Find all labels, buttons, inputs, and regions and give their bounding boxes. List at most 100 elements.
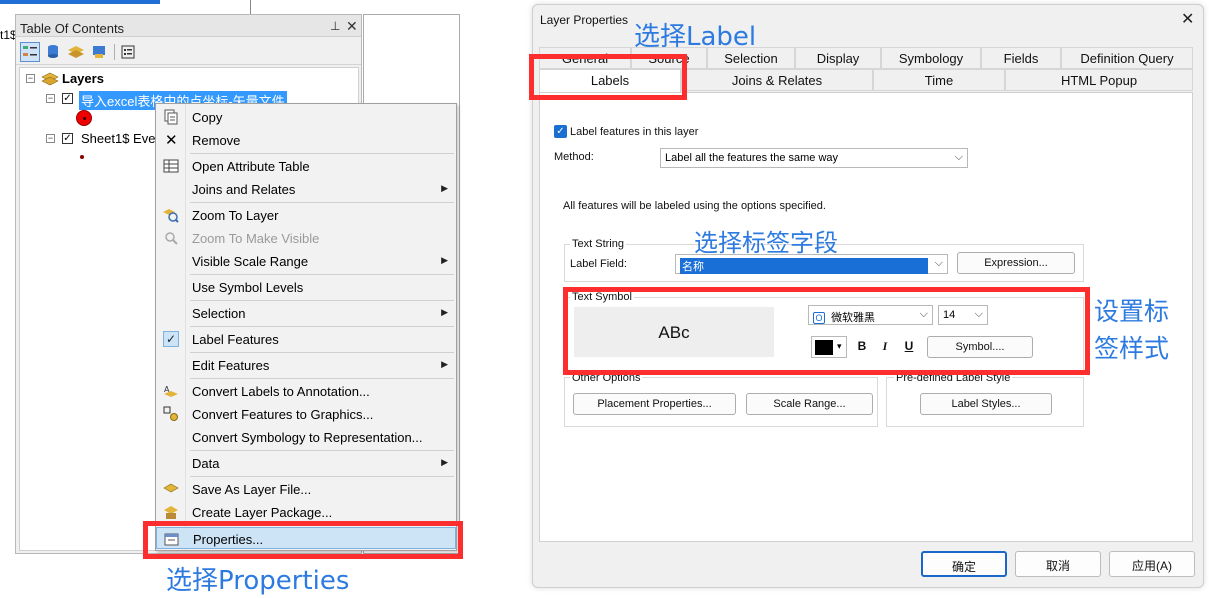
- menu-item-label: Visible Scale Range: [192, 254, 309, 269]
- list-by-visibility-icon[interactable]: [66, 42, 86, 62]
- menu-item-convert-symbology[interactable]: Convert Symbology to Representation...: [156, 426, 456, 448]
- list-by-selection-icon[interactable]: [89, 42, 109, 62]
- menu-item-zoom-to-make-visible[interactable]: Zoom To Make Visible: [156, 227, 456, 249]
- close-icon[interactable]: ✕: [346, 18, 358, 35]
- list-by-drawing-order-icon[interactable]: [20, 42, 40, 62]
- method-value: Label all the features the same way: [665, 152, 839, 164]
- chevron-down-icon: ⌵: [954, 151, 963, 163]
- menu-separator: [190, 153, 454, 154]
- annotation-select-properties: 选择Properties: [166, 566, 350, 596]
- method-dropdown[interactable]: Label all the features the same way ⌵: [660, 148, 968, 168]
- divider: [250, 0, 251, 14]
- menu-item-label: Save As Layer File...: [192, 482, 312, 497]
- tab-html-popup[interactable]: HTML Popup: [1005, 69, 1193, 91]
- package-icon: [163, 504, 179, 520]
- tab-display[interactable]: Display: [795, 47, 881, 69]
- apply-button[interactable]: 应用(A): [1109, 551, 1195, 577]
- menu-item-convert-labels[interactable]: A Convert Labels to Annotation...: [156, 380, 456, 402]
- tab-joins-relates[interactable]: Joins & Relates: [681, 69, 873, 91]
- menu-item-label: Edit Features: [192, 358, 270, 373]
- submenu-arrow-icon: ▶: [441, 457, 448, 467]
- menu-item-zoom-to-layer[interactable]: Zoom To Layer: [156, 204, 456, 226]
- menu-item-label: Selection: [192, 306, 246, 321]
- scale-range-button[interactable]: Scale Range...: [746, 393, 873, 415]
- menu-item-use-symbol-levels[interactable]: Use Symbol Levels: [156, 276, 456, 298]
- text-string-group-label: Text String: [570, 238, 626, 250]
- menu-item-data[interactable]: Data ▶: [156, 452, 456, 474]
- remove-icon: ✕: [165, 132, 178, 149]
- menu-item-convert-features[interactable]: Convert Features to Graphics...: [156, 403, 456, 425]
- label-features-checkbox[interactable]: ✓: [554, 125, 567, 138]
- chevron-down-icon: ⌵: [934, 257, 943, 269]
- table-icon: [163, 158, 179, 174]
- labels-tab-highlight-box: [529, 54, 687, 100]
- menu-separator: [190, 450, 454, 451]
- label-field-value: 名称: [680, 258, 928, 274]
- toolbar-separator: [114, 44, 115, 60]
- menu-item-label: Data: [192, 456, 220, 471]
- close-icon[interactable]: ✕: [1181, 9, 1194, 29]
- text-symbol-highlight-box: [563, 287, 1090, 375]
- tab-definition-query[interactable]: Definition Query: [1061, 47, 1193, 69]
- pin-icon[interactable]: ⊥: [330, 19, 340, 33]
- menu-item-label: Zoom To Layer: [192, 208, 279, 223]
- options-icon[interactable]: [118, 42, 138, 62]
- label-features-checkbox-label: Label features in this layer: [570, 126, 699, 138]
- menu-item-remove[interactable]: ✕ Remove: [156, 129, 456, 151]
- toc-title: Table Of Contents: [16, 15, 361, 37]
- tab-symbology[interactable]: Symbology: [881, 47, 981, 69]
- menu-item-label: Zoom To Make Visible: [192, 231, 320, 246]
- submenu-arrow-icon: ▶: [441, 183, 448, 193]
- menu-item-edit-features[interactable]: Edit Features ▶: [156, 354, 456, 376]
- dialog-title: Layer Properties: [540, 13, 629, 27]
- layer-visibility-checkbox[interactable]: ✓: [62, 93, 73, 104]
- menu-item-open-attribute-table[interactable]: Open Attribute Table: [156, 155, 456, 177]
- label-styles-button[interactable]: Label Styles...: [920, 393, 1052, 415]
- submenu-arrow-icon: ▶: [441, 255, 448, 265]
- layer-name[interactable]: Sheet1$ Even: [81, 131, 163, 146]
- point-symbol-icon[interactable]: [80, 155, 84, 159]
- menu-item-label: Create Layer Package...: [192, 505, 333, 520]
- window-edge-strip: [0, 0, 160, 4]
- layer-file-icon: [163, 481, 179, 497]
- menu-item-save-as-layer-file[interactable]: Save As Layer File...: [156, 478, 456, 500]
- submenu-arrow-icon: ▶: [441, 359, 448, 369]
- annotation-select-field: 选择标签字段: [694, 229, 838, 257]
- menu-item-label: Label Features: [192, 332, 279, 347]
- collapse-icon[interactable]: −: [46, 94, 55, 103]
- annotation-icon: A: [163, 383, 179, 399]
- menu-item-joins-and-relates[interactable]: Joins and Relates ▶: [156, 178, 456, 200]
- collapse-icon[interactable]: −: [46, 134, 55, 143]
- menu-item-label-features[interactable]: ✓ Label Features: [156, 328, 456, 350]
- menu-item-visible-scale-range[interactable]: Visible Scale Range ▶: [156, 250, 456, 272]
- annotation-select-label: 选择Label: [634, 22, 757, 52]
- menu-item-label: Copy: [192, 110, 223, 125]
- graphics-icon: [163, 406, 179, 422]
- ok-button[interactable]: 确定: [921, 551, 1007, 577]
- menu-item-label: Convert Symbology to Representation...: [192, 430, 423, 445]
- tab-time[interactable]: Time: [873, 69, 1005, 91]
- menu-separator: [190, 476, 454, 477]
- copy-icon: [163, 109, 179, 125]
- menu-item-selection[interactable]: Selection ▶: [156, 302, 456, 324]
- menu-item-copy[interactable]: Copy: [156, 106, 456, 128]
- menu-item-label: Remove: [192, 133, 241, 148]
- submenu-arrow-icon: ▶: [441, 307, 448, 317]
- expression-button[interactable]: Expression...: [957, 252, 1075, 274]
- point-symbol-icon[interactable]: [76, 110, 92, 126]
- tab-fields[interactable]: Fields: [981, 47, 1061, 69]
- list-by-source-icon[interactable]: [43, 42, 63, 62]
- menu-item-create-layer-package[interactable]: Create Layer Package...: [156, 501, 456, 523]
- annotation-set-style-2: 签样式: [1094, 334, 1170, 363]
- layer-visibility-checkbox[interactable]: ✓: [62, 133, 73, 144]
- menu-separator: [190, 202, 454, 203]
- menu-item-label: Use Symbol Levels: [192, 280, 304, 295]
- collapse-icon[interactable]: −: [26, 74, 35, 83]
- menu-separator: [190, 326, 454, 327]
- annotation-set-style-1: 设置标: [1094, 297, 1170, 326]
- cancel-button[interactable]: 取消: [1015, 551, 1101, 577]
- placement-properties-button[interactable]: Placement Properties...: [573, 393, 736, 415]
- layers-root-label[interactable]: Layers: [62, 71, 104, 86]
- menu-item-label: Open Attribute Table: [192, 159, 310, 174]
- menu-item-label: Joins and Relates: [192, 182, 296, 197]
